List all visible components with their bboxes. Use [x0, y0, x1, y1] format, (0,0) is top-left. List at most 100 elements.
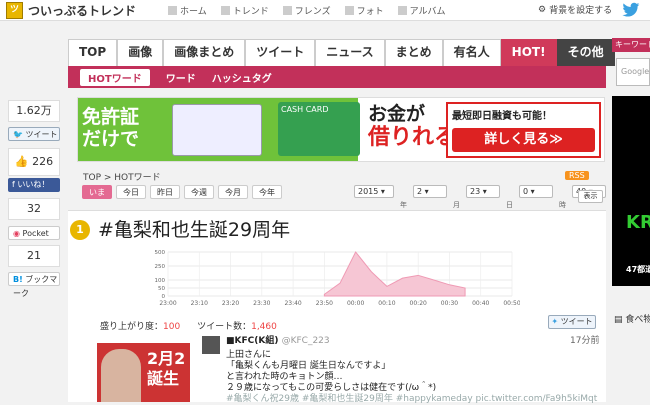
friends-icon [282, 6, 292, 15]
nav-home[interactable]: ホーム [168, 4, 207, 17]
trend-thumbnail[interactable]: 2月2 誕生 [97, 343, 190, 402]
pocket-icon: ◉ [13, 229, 20, 238]
x-tick-label: 00:50 [503, 300, 520, 307]
show-button[interactable]: 表示 [578, 190, 603, 203]
photo-icon [344, 6, 354, 15]
period-year[interactable]: 今年 [252, 185, 282, 199]
share-count: 1.62万 [8, 100, 60, 122]
period-month[interactable]: 今月 [218, 185, 248, 199]
facebook-icon: f [12, 180, 15, 189]
list-icon: ▤ [614, 315, 623, 325]
x-tick-label: 23:00 [159, 300, 176, 307]
album-icon [397, 6, 407, 15]
x-tick-label: 00:00 [347, 300, 364, 307]
ad-details-button[interactable]: 詳しく見る≫ [452, 128, 595, 152]
like-count: 👍 226 [8, 148, 60, 176]
rss-button[interactable]: RSS [565, 171, 589, 180]
main-tabs: TOP 画像 画像まとめ ツイート ニュース まとめ 有名人 HOT! その他 [68, 39, 615, 66]
period-now[interactable]: いま [82, 185, 112, 199]
tweet-trend-button[interactable]: ✦ ツイート [548, 315, 596, 329]
trend-icon [220, 6, 230, 15]
google-search-input[interactable]: Google [616, 58, 650, 86]
breadcrumb[interactable]: TOP > HOTワード [83, 170, 161, 183]
nav-album[interactable]: アルバム [397, 4, 446, 17]
pocket-count: 32 [8, 198, 60, 220]
x-tick-label: 23:50 [316, 300, 333, 307]
twitter-icon[interactable] [622, 2, 640, 18]
sidebar-category-food[interactable]: ▤ 食べ物 [614, 312, 650, 325]
period-yesterday[interactable]: 昨日 [150, 185, 180, 199]
hatena-icon: B! [13, 275, 23, 284]
site-logo[interactable]: ツ ついっぷるトレンド [6, 2, 136, 19]
hatena-bookmark-button[interactable]: B! ブックマーク [8, 272, 60, 298]
logo-icon: ツ [6, 2, 23, 19]
tab-celebrities[interactable]: 有名人 [442, 39, 501, 66]
y-tick-label: 250 [155, 264, 166, 270]
thumbnail-text: 2月2 誕生 [147, 349, 186, 388]
twitter-icon: 🐦 [13, 130, 23, 139]
period-today[interactable]: 今日 [116, 185, 146, 199]
facebook-like-button[interactable]: f いいね！ [8, 178, 60, 192]
avatar[interactable] [202, 336, 220, 354]
tab-hot[interactable]: HOT! [500, 39, 557, 66]
ad-cta-box: 最短即日融資も可能！ 詳しく見る≫ [446, 102, 601, 158]
gear-icon: ⚙ [538, 4, 547, 15]
hatena-count: 21 [8, 245, 60, 267]
subtab-hashtag[interactable]: ハッシュタグ [212, 70, 272, 85]
tab-images[interactable]: 画像 [117, 39, 164, 66]
period-week[interactable]: 今週 [184, 185, 214, 199]
x-tick-label: 00:20 [410, 300, 427, 307]
x-axis: 23:00 23:10 23:20 23:30 23:40 23:50 00:00 00:10… [159, 300, 520, 307]
day-select[interactable]: 23 ▾ [466, 185, 500, 198]
license-card-image [172, 104, 262, 156]
y-axis: 050100250500 [155, 250, 166, 300]
tweet-share-button[interactable]: 🐦 ツイート [8, 127, 60, 141]
hour-select[interactable]: 0 ▾ [519, 185, 553, 198]
person-photo [101, 349, 141, 402]
keyword-header: キーワード [612, 38, 650, 52]
x-tick-label: 00:40 [472, 300, 489, 307]
tab-top[interactable]: TOP [68, 39, 118, 66]
rank-badge: 1 [70, 220, 90, 240]
tab-matome[interactable]: まとめ [384, 39, 443, 66]
home-icon [168, 6, 177, 15]
volume-area [323, 251, 466, 297]
tweet-count: 1,460 [251, 322, 277, 332]
rise-value: 100 [163, 322, 181, 332]
background-settings[interactable]: ⚙ 背景を設定する [538, 3, 612, 17]
trend-title[interactable]: #亀梨和也生誕29周年 [98, 215, 290, 242]
cash-card-image: CASH CARD [278, 102, 360, 156]
x-tick-label: 23:20 [222, 300, 239, 307]
tweet-time: 17分前 [570, 336, 600, 346]
year-select[interactable]: 2015 ▾ [354, 185, 394, 198]
ad-license-text: 免許証 だけで [82, 106, 140, 150]
tab-tweets[interactable]: ツイート [245, 39, 316, 66]
nav-photo[interactable]: フォト [344, 4, 384, 17]
x-tick-label: 00:30 [441, 300, 458, 307]
tweet-body: 上田さんに 「亀梨くんも月曜日 誕生日なんですよ」 と言われた時のキョトン顔… … [226, 350, 598, 404]
tweet-volume-chart: 050100250500 23:00 23:10 23:20 23:30 23:40 23… [155, 250, 521, 307]
month-select[interactable]: 2 ▾ [413, 185, 447, 198]
x-tick-label: 00:10 [378, 300, 395, 307]
period-filter: いま 今日 昨日 今週 今月 今年 [82, 185, 282, 199]
x-tick-label: 23:10 [191, 300, 208, 307]
subtab-word[interactable]: ワード [166, 70, 196, 85]
top-bar: ツ ついっぷるトレンド ホーム トレンド フレンズ フォト アルバム ⚙ 背景を… [0, 0, 650, 21]
nav-trend[interactable]: トレンド [220, 4, 269, 17]
ad-banner[interactable]: 免許証 だけで CASH CARD お金が 借りれる！ 最短即日融資も可能！ 詳しく… [77, 97, 605, 162]
y-tick-label: 100 [155, 278, 166, 284]
tab-other[interactable]: その他 [556, 39, 615, 66]
x-tick-label: 23:40 [284, 300, 301, 307]
trend-stats: 盛り上がり度：100 ツイート数：1,460 [100, 322, 277, 332]
y-tick-label: 50 [158, 286, 165, 292]
logo-text: ついっぷるトレンド [28, 4, 137, 18]
tab-news[interactable]: ニュース [315, 39, 385, 66]
subtab-hot-word[interactable]: HOTワード [80, 68, 150, 86]
sidebar-ad[interactable]: KR 47都道 [612, 96, 650, 286]
pocket-button[interactable]: ◉ Pocket [8, 226, 60, 240]
tab-image-matome[interactable]: 画像まとめ [163, 39, 246, 66]
x-tick-label: 23:30 [253, 300, 270, 307]
nav-friends[interactable]: フレンズ [282, 4, 331, 17]
tweet-hashtags[interactable]: #亀梨くん祝29歳 #亀梨和也生誕29周年 #happykameday pic.… [226, 394, 597, 404]
tweet-author[interactable]: ■KFC(K組) @KFC_223 [226, 336, 330, 347]
